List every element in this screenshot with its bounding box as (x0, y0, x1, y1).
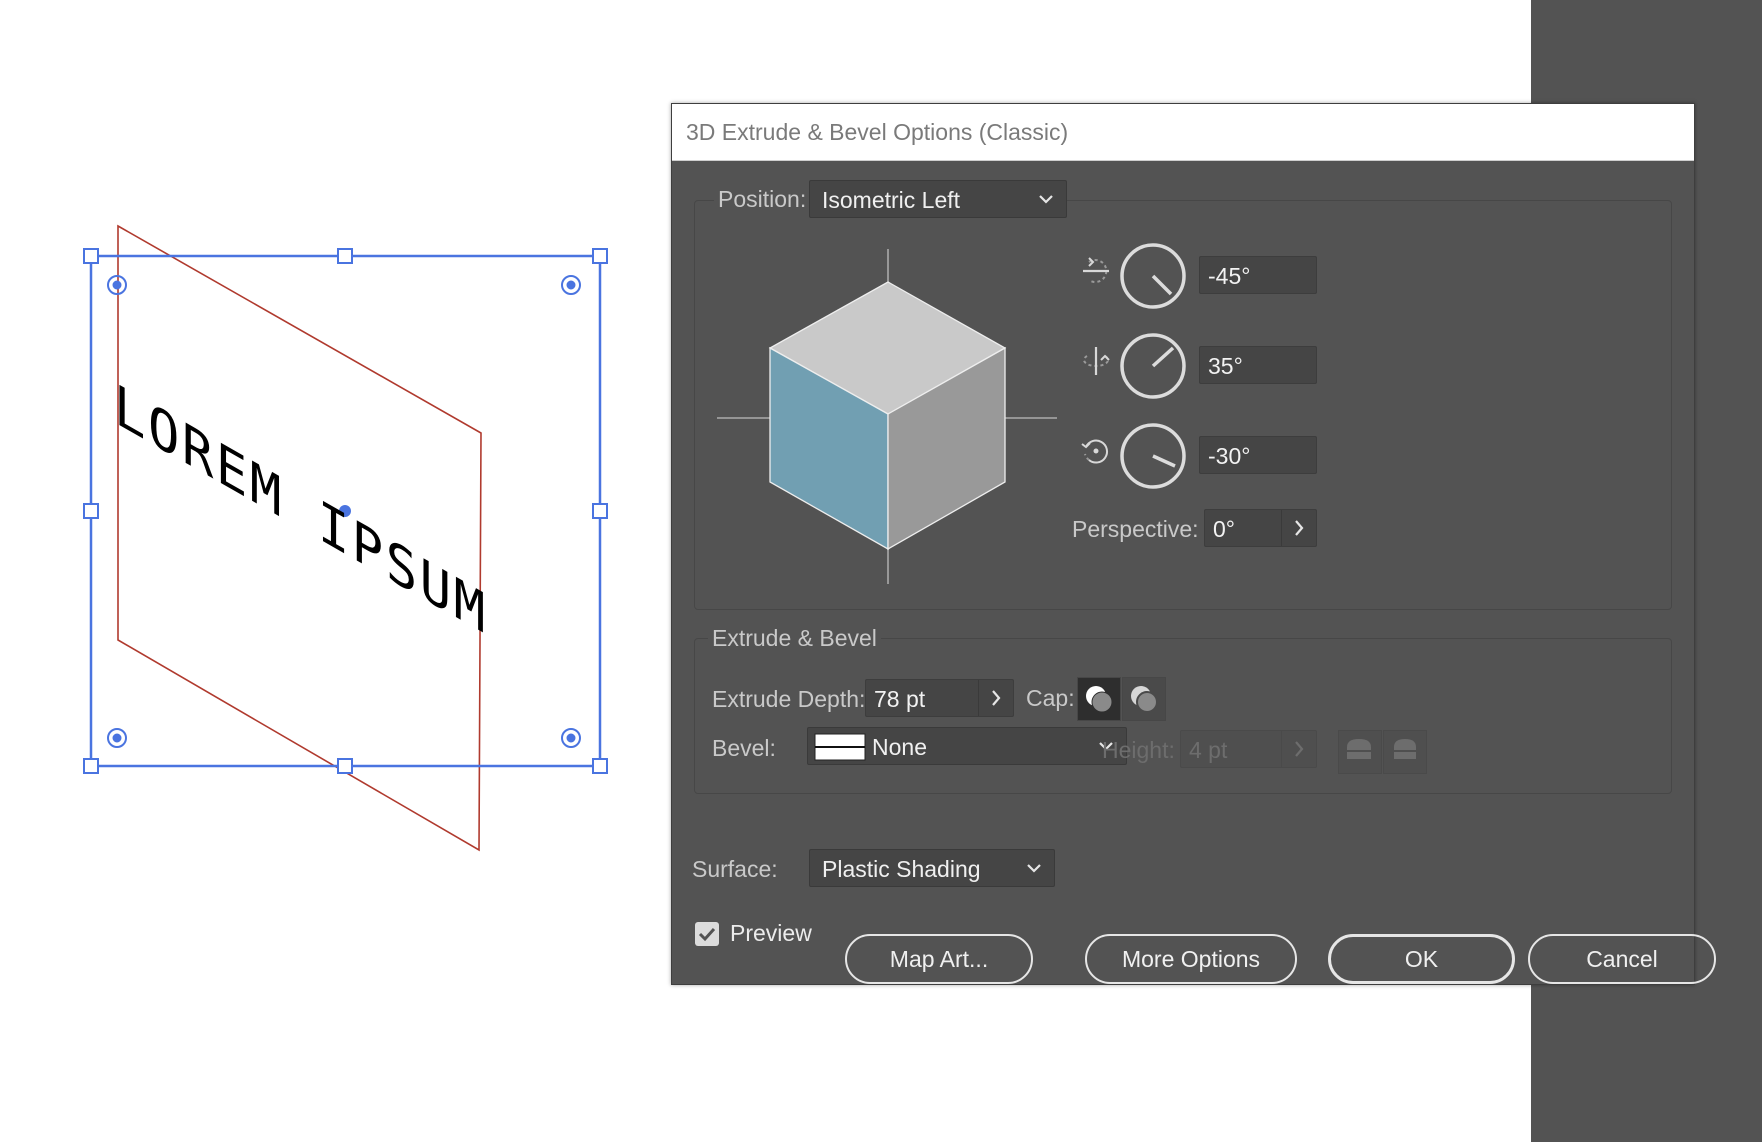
surface-label: Surface: (692, 856, 778, 882)
extrude-bevel-group (694, 638, 1672, 794)
bevel-value: None (872, 734, 927, 760)
cap-label: Cap: (1026, 685, 1075, 711)
checkmark-icon (698, 927, 716, 942)
height-stepper[interactable] (1281, 731, 1316, 767)
cube-preview[interactable] (717, 244, 1057, 589)
bevel-out-icon (1347, 739, 1371, 759)
perspective-stepper[interactable] (1281, 510, 1316, 546)
perspective-label: Perspective: (1072, 516, 1199, 542)
bevel-swatch-icon (814, 733, 866, 761)
surface-value: Plastic Shading (822, 856, 981, 882)
map-art-button[interactable]: Map Art... (845, 934, 1033, 984)
rotate-z-field[interactable]: -30° (1199, 436, 1317, 474)
bevel-out-button[interactable] (1338, 730, 1382, 774)
chevron-right-icon (992, 690, 1001, 706)
cancel-button[interactable]: Cancel (1528, 934, 1716, 984)
rotate-x-field[interactable]: -45° (1199, 256, 1317, 294)
preview-label[interactable]: Preview (730, 920, 812, 947)
position-value: Isometric Left (822, 187, 961, 213)
artwork-canvas[interactable]: LOREM IPSUM (0, 0, 700, 1142)
bevel-dropdown[interactable]: None (807, 727, 1127, 765)
dialog-title: 3D Extrude & Bevel Options (Classic) (686, 119, 1069, 145)
rotate-x-axis-icon (1083, 257, 1109, 283)
cap-off-button[interactable] (1122, 677, 1166, 721)
more-options-button[interactable]: More Options (1085, 934, 1297, 984)
extrude-depth-label: Extrude Depth: (712, 686, 866, 712)
bevel-label: Bevel: (712, 735, 776, 761)
cap-on-button[interactable] (1077, 677, 1121, 721)
chevron-down-icon (1039, 195, 1053, 204)
position-label: Position: (714, 186, 811, 213)
cap-on-icon (1086, 686, 1113, 713)
dialog-titlebar[interactable]: 3D Extrude & Bevel Options (Classic) (672, 104, 1694, 161)
artwork-text: LOREM IPSUM (114, 370, 488, 648)
artwork-svg: LOREM IPSUM (83, 224, 608, 852)
rotate-y-dial[interactable] (1118, 331, 1188, 401)
rotate-y-field[interactable]: 35° (1199, 346, 1317, 384)
rotate-y-axis-icon (1083, 347, 1110, 375)
chevron-down-icon (1027, 864, 1041, 873)
surface-dropdown[interactable]: Plastic Shading (809, 849, 1055, 887)
extrude-depth-field[interactable]: 78 pt (865, 679, 1014, 717)
position-dropdown[interactable]: Isometric Left (809, 180, 1067, 218)
extrude-bevel-dialog: 3D Extrude & Bevel Options (Classic) Pos… (671, 103, 1716, 985)
height-field[interactable]: 4 pt (1180, 730, 1317, 768)
rotate-z-axis-icon (1081, 439, 1109, 464)
chevron-right-icon (1295, 520, 1304, 536)
chevron-right-icon (1295, 741, 1304, 757)
ok-button[interactable]: OK (1328, 934, 1515, 984)
extrude-depth-stepper[interactable] (978, 680, 1013, 716)
bevel-in-button[interactable] (1383, 730, 1427, 774)
height-label: Height: (1102, 737, 1175, 763)
cap-off-icon (1131, 686, 1158, 713)
bevel-in-icon (1394, 739, 1416, 759)
preview-checkbox[interactable] (695, 922, 719, 946)
perspective-field[interactable]: 0° (1204, 509, 1317, 547)
extrude-bevel-group-label: Extrude & Bevel (708, 625, 881, 652)
rotate-z-dial[interactable] (1118, 421, 1188, 491)
rotate-x-dial[interactable] (1118, 241, 1188, 311)
